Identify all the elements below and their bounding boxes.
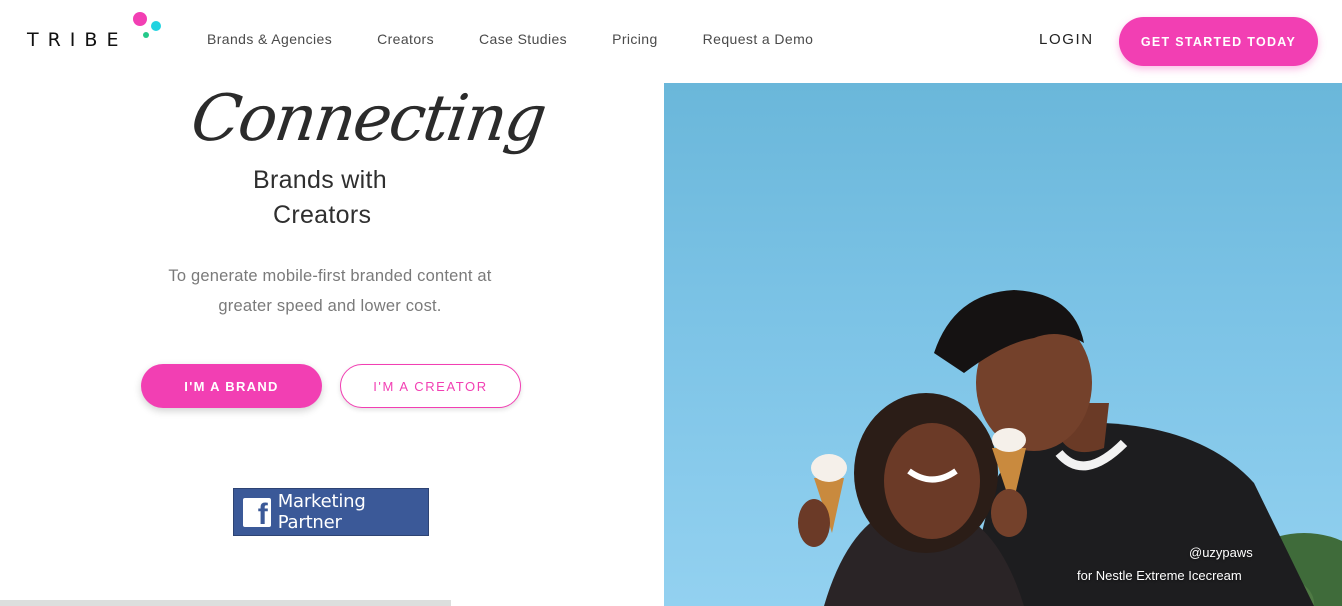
hero-title-line-3: Creators <box>273 201 372 229</box>
logo-dot-cyan <box>151 21 161 31</box>
man-hand <box>991 489 1027 537</box>
nav-link-pricing[interactable]: Pricing <box>612 31 658 47</box>
nav-link-case-studies[interactable]: Case Studies <box>479 31 567 47</box>
ice-cream-scoop-right <box>992 428 1026 452</box>
nav-link-brands-agencies[interactable]: Brands & Agencies <box>207 31 332 47</box>
hero-photo <box>664 83 1342 606</box>
login-link[interactable]: LOGIN <box>1039 31 1094 48</box>
hero-title-line-2: Brands with <box>253 166 387 194</box>
ice-cream-scoop-left <box>811 454 847 482</box>
hero-subtitle-line-1: To generate mobile-first branded content… <box>168 267 492 285</box>
photo-credit-handle: @uzypaws <box>1189 545 1253 560</box>
hero-script-title: Connecting <box>186 82 550 156</box>
logo-text: TRIBE <box>27 29 128 51</box>
hero-subtitle: To generate mobile-first branded content… <box>140 261 520 321</box>
nav-link-creators[interactable]: Creators <box>377 31 434 47</box>
get-started-button[interactable]: GET STARTED TODAY <box>1119 17 1318 66</box>
facebook-marketing-partner-badge[interactable]: f Marketing Partner <box>233 488 429 536</box>
logo-dot-pink <box>133 12 147 26</box>
hero-subtitle-line-2: greater speed and lower cost. <box>218 297 442 315</box>
top-navigation: TRIBE Brands & Agencies Creators Case St… <box>0 0 1342 83</box>
nav-links: Brands & Agencies Creators Case Studies … <box>207 31 813 47</box>
woman-hand <box>798 499 830 547</box>
badge-text: Marketing Partner <box>277 491 366 533</box>
photo-credit-caption: for Nestle Extreme Icecream <box>1077 568 1242 583</box>
logo-dot-green <box>143 32 149 38</box>
bottom-strip <box>0 600 451 606</box>
tribe-logo[interactable]: TRIBE <box>27 12 167 52</box>
nav-link-request-demo[interactable]: Request a Demo <box>703 31 814 47</box>
facebook-icon: f <box>243 497 271 527</box>
im-a-brand-button[interactable]: I'M A BRAND <box>141 364 322 408</box>
im-a-creator-button[interactable]: I'M A CREATOR <box>340 364 521 408</box>
hero-photo-illustration <box>798 290 1342 606</box>
